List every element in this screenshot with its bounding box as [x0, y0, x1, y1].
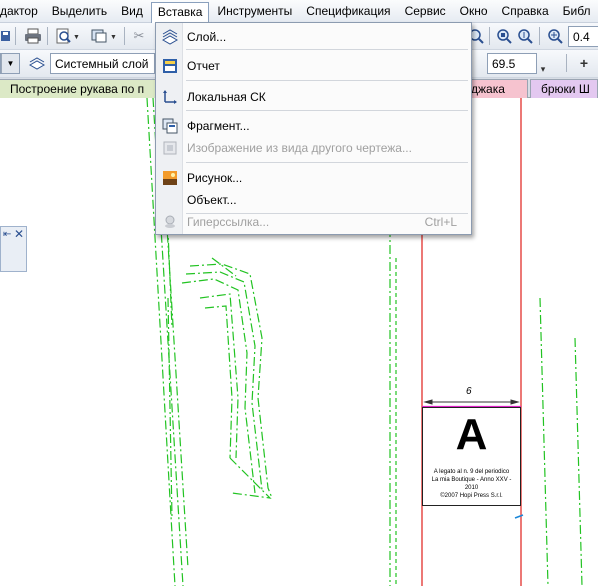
hyperlink-icon — [156, 211, 183, 233]
svg-text:▼: ▼ — [73, 34, 79, 41]
menu-tools[interactable]: Инструменты — [211, 1, 298, 21]
dimension-label: 6 — [466, 386, 472, 397]
picture-icon — [156, 167, 183, 189]
local-cs-icon — [156, 86, 183, 108]
menu-view[interactable]: Вид — [115, 1, 149, 21]
cut-icon[interactable]: ✂ — [130, 25, 148, 47]
menu-editor[interactable]: дактор — [0, 1, 44, 21]
close-icon[interactable]: ✕ — [14, 227, 24, 241]
hyperlink-shortcut: Ctrl+L — [424, 215, 457, 229]
preview-icon[interactable]: ▼ — [53, 25, 81, 47]
fragment-icon — [156, 115, 183, 137]
tab-trousers[interactable]: брюки Ш — [530, 79, 598, 98]
tab-sleeve-construction[interactable]: Построение рукава по п — [0, 79, 160, 98]
menu-item-local-cs[interactable]: Локальная СК — [156, 86, 471, 108]
view-image-icon — [156, 137, 183, 159]
menu-bar: дактор Выделить Вид Вставка Инструменты … — [0, 0, 598, 23]
menu-item-fragment[interactable]: Фрагмент... — [156, 115, 471, 137]
stamp-letter: A — [455, 410, 488, 459]
stamp-line: A legato al n. 9 del periodico — [433, 469, 510, 475]
add-icon[interactable]: + — [575, 52, 593, 74]
menu-select[interactable]: Выделить — [46, 1, 113, 21]
insert-menu: Слой... Отчет Локальная СК Фрагмент... И… — [155, 22, 472, 235]
menu-item-layer[interactable]: Слой... — [156, 26, 471, 48]
step-field[interactable]: 69.5 — [487, 53, 537, 74]
docked-panel: ⇤ ✕ — [0, 226, 27, 272]
menu-item-view-image[interactable]: Изображение из вида другого чертежа... — [156, 137, 471, 159]
menu-specification[interactable]: Спецификация — [300, 1, 396, 21]
menu-service[interactable]: Сервис — [399, 1, 452, 21]
stamp-block: A A legato al n. 9 del periodico La mia … — [422, 407, 521, 506]
layer-state-icon[interactable] — [26, 52, 48, 74]
zoom-value-field[interactable]: 0.4 — [568, 26, 598, 47]
menu-item-hyperlink[interactable]: Гиперссылка... Ctrl+L — [156, 211, 471, 233]
layer-icon — [156, 26, 183, 48]
menu-item-picture[interactable]: Рисунок... — [156, 167, 471, 189]
menu-window[interactable]: Окно — [454, 1, 494, 21]
stamp-line: ©2007 Hopi Press S.r.l. — [440, 493, 503, 499]
state-dropdown[interactable]: ▼ — [0, 53, 20, 74]
save-icon[interactable] — [0, 25, 12, 47]
menu-item-object[interactable]: Объект... — [156, 189, 471, 211]
zoom-window-icon[interactable] — [494, 25, 514, 47]
insert-fragment-toolbar-icon[interactable]: ▼ — [88, 25, 120, 47]
zoom-scale-icon[interactable] — [544, 25, 566, 47]
svg-text:▼: ▼ — [110, 34, 117, 41]
report-icon — [156, 55, 183, 77]
pin-icon[interactable]: ⇤ — [3, 229, 11, 240]
zoom-dynamic-icon[interactable] — [515, 25, 535, 47]
step-dropdown-icon[interactable]: ▾ — [537, 58, 549, 80]
menu-insert[interactable]: Вставка — [150, 1, 210, 23]
layer-combo[interactable]: Системный слой — [50, 53, 155, 74]
print-icon[interactable] — [22, 25, 44, 47]
menu-library[interactable]: Библ — [557, 1, 597, 21]
menu-item-report[interactable]: Отчет — [156, 55, 471, 77]
stamp-line: La mia Boutique - Anno XXV - 2010 — [431, 477, 512, 491]
menu-help[interactable]: Справка — [496, 1, 555, 21]
object-icon — [156, 189, 183, 211]
